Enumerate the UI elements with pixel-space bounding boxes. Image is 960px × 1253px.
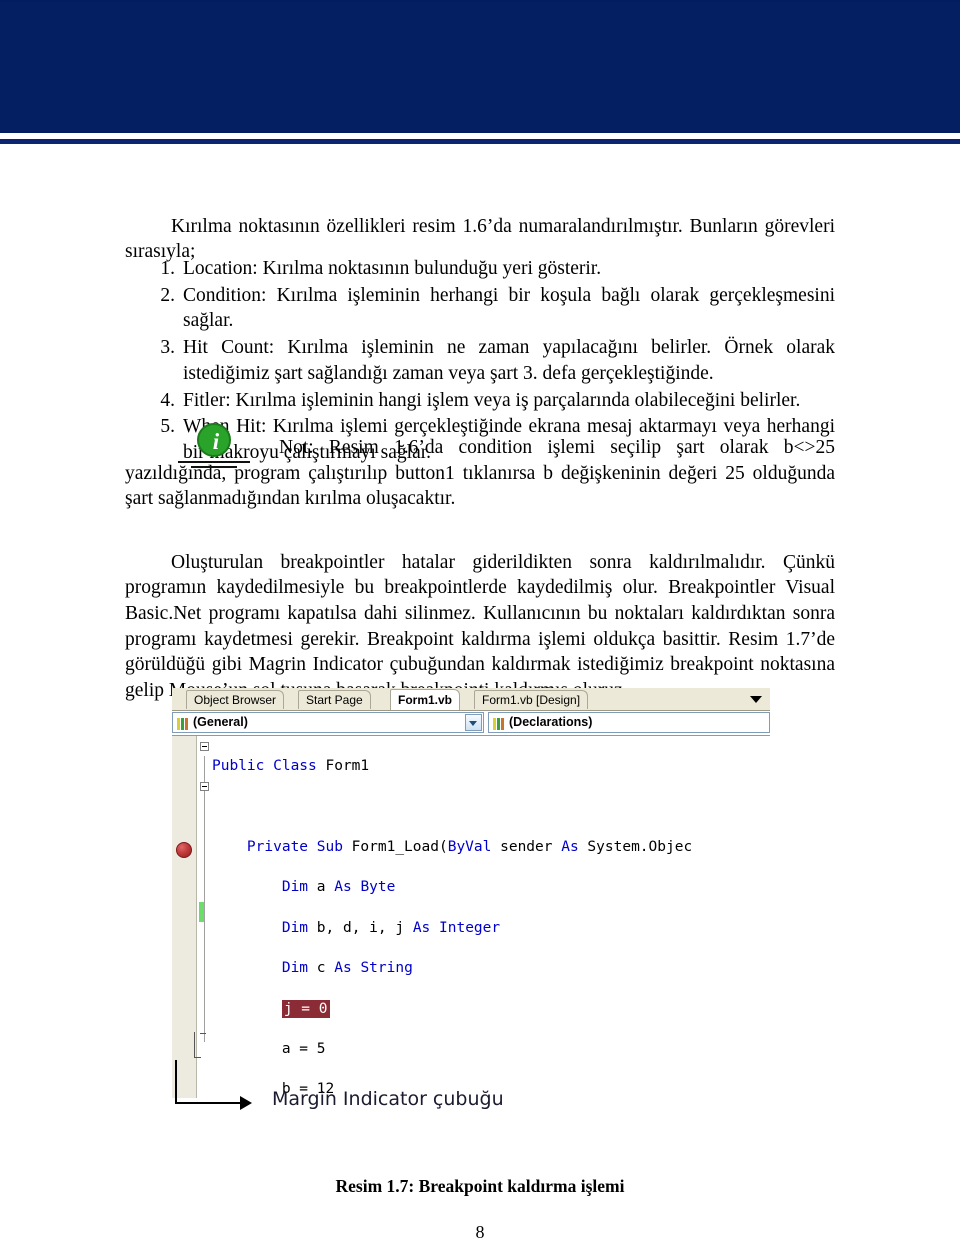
code-object-icon bbox=[176, 716, 190, 730]
code-line: Dim b, d, i, j As Integer bbox=[281, 919, 501, 936]
annotation-label: Margin Indicator çubuğu bbox=[272, 1088, 504, 1110]
info-icon-underline-top bbox=[178, 461, 250, 463]
list-item-number: 1. bbox=[160, 258, 175, 279]
page-header-band bbox=[0, 0, 960, 133]
code-editor-pane[interactable]: Public Class Form1 Private Sub Form1_Loa… bbox=[172, 736, 770, 1098]
list-item: 1. Location: Kırılma noktasının bulunduğ… bbox=[125, 256, 835, 282]
arrow-right-icon bbox=[240, 1096, 252, 1110]
info-icon-underline-bottom bbox=[191, 466, 237, 468]
list-item-text: Fitler: Kırılma işleminin hangi işlem ve… bbox=[183, 389, 801, 411]
code-object-icon bbox=[492, 716, 506, 730]
list-item-number: 3. bbox=[160, 337, 175, 359]
list-item-text: Hit Count: Kırılma işleminin ne zaman ya… bbox=[183, 337, 835, 384]
outline-end-tick-class bbox=[194, 1057, 201, 1058]
highlighted-breakpoint-statement: j = 0 bbox=[281, 999, 330, 1018]
tab-form1-vb[interactable]: Form1.vb bbox=[390, 689, 461, 710]
outline-end-tick-sub bbox=[200, 1033, 206, 1034]
info-icon: i bbox=[175, 423, 259, 477]
tab-object-browser[interactable]: Object Browser bbox=[186, 690, 285, 709]
figure-caption: Resim 1.7: Breakpoint kaldırma işlemi bbox=[335, 1176, 625, 1196]
list-item-text: Location: Kırılma noktasının bulunduğu y… bbox=[183, 258, 602, 279]
page-number: 8 bbox=[475, 1222, 485, 1242]
tab-form1-vb-design[interactable]: Form1.vb [Design] bbox=[474, 690, 589, 709]
code-text[interactable]: Public Class Form1 Private Sub Form1_Loa… bbox=[212, 736, 770, 1098]
chevron-down-icon[interactable] bbox=[465, 714, 482, 731]
object-combo-value: (General) bbox=[193, 715, 248, 729]
note-block: i Not: Resim 1.6’da condition işlemi seç… bbox=[125, 423, 835, 512]
ide-combo-row: (General) (Declarations) bbox=[172, 711, 770, 736]
outline-collapse-box-class[interactable] bbox=[200, 742, 209, 751]
tab-start-page[interactable]: Start Page bbox=[298, 690, 371, 709]
list-item: 4. Fitler: Kırılma işleminin hangi işlem… bbox=[125, 388, 835, 414]
breakpoint-dot-icon[interactable] bbox=[176, 842, 192, 858]
code-line: Dim c As String bbox=[281, 960, 413, 977]
margin-indicator-annotation: Margin Indicator çubuğu bbox=[172, 1060, 592, 1130]
info-icon-letter: i bbox=[212, 429, 220, 454]
member-combo[interactable]: (Declarations) bbox=[488, 712, 770, 733]
list-item: 3. Hit Count: Kırılma işleminin ne zaman… bbox=[125, 335, 835, 386]
list-item-number: 2. bbox=[160, 284, 175, 306]
page-header-rule bbox=[0, 139, 960, 144]
code-line: a = 5 bbox=[212, 1040, 326, 1057]
outline-collapse-box-sub[interactable] bbox=[200, 782, 209, 791]
annotation-leader-horizontal bbox=[175, 1102, 247, 1104]
code-line: Public Class Form1 bbox=[212, 758, 370, 775]
ide-tab-strip: Object Browser Start Page Form1.vb Form1… bbox=[172, 688, 770, 711]
list-item-text: Condition: Kırılma işleminin herhangi bi… bbox=[183, 284, 835, 332]
code-line: Private Sub Form1_Load(ByVal sender As S… bbox=[246, 838, 693, 855]
list-item-number: 4. bbox=[160, 389, 175, 411]
code-line-breakpoint: j = 0 bbox=[212, 999, 770, 1019]
visual-basic-ide-screenshot: Object Browser Start Page Form1.vb Form1… bbox=[172, 688, 770, 1098]
chevron-down-icon[interactable] bbox=[750, 696, 762, 703]
member-combo-value: (Declarations) bbox=[509, 715, 593, 729]
code-line: Dim a As Byte bbox=[281, 879, 396, 896]
info-icon-circle: i bbox=[197, 423, 231, 457]
object-combo[interactable]: (General) bbox=[172, 712, 484, 733]
annotation-leader-vertical bbox=[175, 1060, 177, 1104]
page-header-band-inner bbox=[0, 2, 960, 131]
outline-vertical-line-outer bbox=[194, 1032, 195, 1058]
main-paragraph: Oluşturulan breakpointler hatalar gideri… bbox=[125, 551, 835, 702]
list-item: 2. Condition: Kırılma işleminin herhangi… bbox=[125, 283, 835, 334]
outline-vertical-line bbox=[204, 756, 205, 1042]
